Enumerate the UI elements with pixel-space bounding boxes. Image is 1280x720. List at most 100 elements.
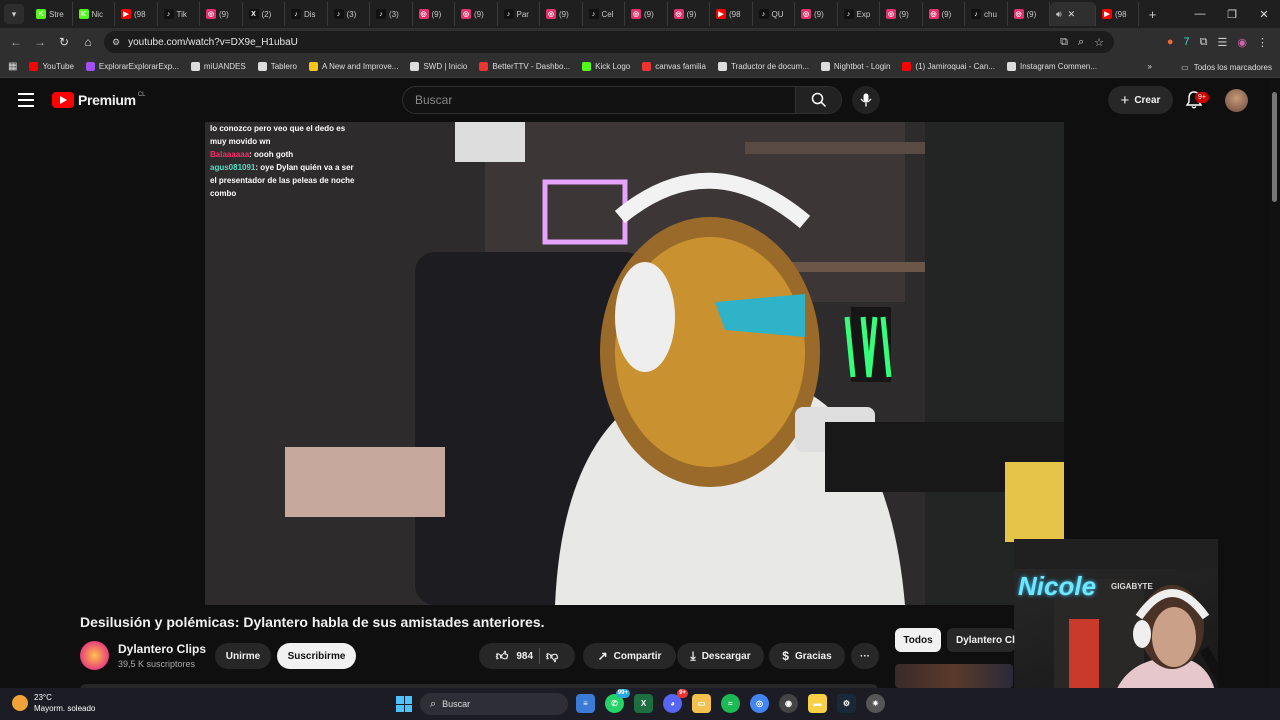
home-button[interactable]: ⌂ xyxy=(76,30,100,54)
extensions-puzzle-icon[interactable]: ⧉ xyxy=(1200,36,1208,49)
apps-grid-icon[interactable]: ▦ xyxy=(0,61,23,72)
all-bookmarks-folder[interactable]: ▭ Todos los marcadores xyxy=(1181,56,1272,78)
reload-button[interactable]: ↻ xyxy=(52,30,76,54)
steam-app-icon[interactable]: ⚙ xyxy=(837,694,856,713)
discord-app-icon[interactable]: ◕ 9+ xyxy=(663,689,688,713)
chip-channel[interactable]: Dylantero Cli xyxy=(947,628,1015,652)
browser-tab[interactable]: ♪ (3) xyxy=(328,2,370,26)
settings-app-icon[interactable]: ✷ xyxy=(866,694,885,713)
bookmark-item[interactable]: miUANDES xyxy=(185,62,252,71)
bookmark-item[interactable]: Tablero xyxy=(252,62,303,71)
browser-tab[interactable]: ▶ (98 xyxy=(1096,2,1139,26)
related-video-thumbnail[interactable] xyxy=(895,664,1013,688)
youtube-premium-logo[interactable]: Premium CL xyxy=(52,92,145,108)
chrome-app-icon[interactable]: ◎ xyxy=(750,694,769,713)
bookmark-item[interactable]: BetterTTV - Dashbo... xyxy=(473,62,576,71)
profile-icon[interactable]: ◉ xyxy=(1237,36,1247,49)
windows-start-icon[interactable] xyxy=(396,696,412,712)
bookmark-item[interactable]: canvas familia xyxy=(636,62,712,71)
search-button[interactable] xyxy=(795,87,841,113)
browser-tab[interactable]: ◎ (9) xyxy=(455,2,498,26)
file-explorer-app-icon[interactable]: ▭ xyxy=(692,694,711,713)
browser-tab[interactable]: K Nic xyxy=(73,2,115,26)
back-button[interactable]: ← xyxy=(4,30,28,54)
more-actions-button[interactable]: ··· xyxy=(851,643,879,669)
browser-tab[interactable]: ▶ (98 xyxy=(115,2,158,26)
maximize-button[interactable]: ❐ xyxy=(1216,0,1248,28)
subscribe-button[interactable]: Suscribirme xyxy=(277,643,356,669)
browser-tab[interactable]: ♪ Exp xyxy=(838,2,880,26)
browser-tab[interactable]: ◎ (9) xyxy=(1008,2,1050,26)
chip-all[interactable]: Todos xyxy=(895,628,941,652)
notepad-app-icon[interactable]: ≡ xyxy=(576,694,595,713)
bookmark-item[interactable]: YouTube xyxy=(23,62,79,71)
create-button[interactable]: + Crear xyxy=(1108,86,1173,114)
browser-tab[interactable]: ◎ (9) xyxy=(540,2,583,26)
browser-tab[interactable]: ♪ (3) xyxy=(370,2,413,26)
channel-name[interactable]: Dylantero Clips xyxy=(118,642,206,656)
guide-menu-icon[interactable] xyxy=(18,93,34,107)
minimize-button[interactable]: — xyxy=(1184,0,1216,28)
bookmark-item[interactable]: Instagram Commen... xyxy=(1001,62,1103,71)
browser-tab[interactable]: ◎ (9) xyxy=(413,2,455,26)
like-button[interactable]: 👍︎ 984 xyxy=(496,649,533,664)
close-button[interactable]: ✕ xyxy=(1248,0,1280,28)
bookmarks-overflow-icon[interactable]: » xyxy=(1142,62,1158,71)
active-browser-tab[interactable]: 🔊︎ ✕ xyxy=(1050,2,1096,26)
bookmark-item[interactable]: ExplorarExplorarExp... xyxy=(80,62,185,71)
join-button[interactable]: Unirme xyxy=(215,643,271,669)
search-input[interactable]: Buscar xyxy=(403,93,795,107)
extension-icon[interactable]: ● xyxy=(1167,36,1174,48)
menu-kebab-icon[interactable]: ⋮ xyxy=(1257,36,1268,49)
scrollbar-thumb[interactable] xyxy=(1272,92,1277,202)
reading-list-icon[interactable]: ☰ xyxy=(1218,36,1228,49)
browser-tab[interactable]: ♪ Cel xyxy=(583,2,625,26)
bookmark-item[interactable]: (1) Jamiroquai - Can... xyxy=(896,62,1001,71)
spotify-app-icon[interactable]: ≈ xyxy=(721,694,740,713)
account-avatar[interactable] xyxy=(1225,89,1248,112)
browser-tab[interactable]: ◎ (9) xyxy=(625,2,668,26)
share-button[interactable]: ↗ Compartir xyxy=(583,643,676,669)
bttv-extension-icon[interactable]: 7 xyxy=(1184,36,1190,48)
sticky-notes-app-icon[interactable]: ▬ xyxy=(808,694,827,713)
browser-tab[interactable]: ◎ (9) xyxy=(923,2,965,26)
browser-tab[interactable]: X (2) xyxy=(243,2,285,26)
bookmark-item[interactable]: Nightbot - Login xyxy=(815,62,896,71)
bookmark-item[interactable]: Kick Logo xyxy=(576,62,636,71)
taskbar-search[interactable]: ⌕ Buscar xyxy=(420,693,568,715)
dislike-button[interactable]: 👎︎ xyxy=(546,649,558,664)
thanks-button[interactable]: $ Gracias xyxy=(769,643,845,669)
url-bar[interactable]: ⚙ youtube.com/watch?v=DX9e_H1ubaU ⧉ ⌕ ☆ xyxy=(104,31,1114,53)
browser-tab[interactable]: ♪ Par xyxy=(498,2,540,26)
browser-tab[interactable]: ♪ chu xyxy=(965,2,1008,26)
video-player[interactable]: lo conozco pero veo que el dedo es muy mo… xyxy=(205,122,1064,605)
voice-search-button[interactable] xyxy=(852,86,880,114)
cast-icon[interactable]: ⧉ xyxy=(1060,36,1068,49)
page-scrollbar[interactable] xyxy=(1270,80,1280,690)
bookmark-item[interactable]: A New and Improve... xyxy=(303,62,404,71)
bookmark-item[interactable]: SWD | Inicio xyxy=(404,62,473,71)
browser-tab[interactable]: ◎ (9) xyxy=(795,2,838,26)
bookmark-item[interactable]: Traductor de docum... xyxy=(712,62,815,71)
new-tab-button[interactable]: + xyxy=(1143,7,1163,22)
close-tab-icon[interactable]: ✕ xyxy=(1068,9,1076,20)
browser-tab[interactable]: ◎ (9) xyxy=(880,2,923,26)
forward-button[interactable]: → xyxy=(28,30,52,54)
channel-avatar[interactable] xyxy=(80,641,109,670)
browser-tab[interactable]: ◎ (9) xyxy=(200,2,243,26)
obs-app-icon[interactable]: ◉ xyxy=(779,694,798,713)
browser-tab[interactable]: ◎ (9) xyxy=(668,2,710,26)
weather-widget[interactable]: 23°C Mayorm. soleado xyxy=(12,692,95,714)
download-button[interactable]: ⤓ Descargar xyxy=(677,643,764,669)
excel-app-icon[interactable]: X xyxy=(634,694,653,713)
whatsapp-app-icon[interactable]: ✆ 99+ xyxy=(605,689,630,713)
browser-tab[interactable]: ♪ QU xyxy=(753,2,795,26)
zoom-icon[interactable]: ⌕ xyxy=(1078,36,1084,49)
browser-tab[interactable]: ▶ (98 xyxy=(710,2,753,26)
browser-tab[interactable]: K Stre xyxy=(30,2,73,26)
browser-tab[interactable]: ♪ Dis xyxy=(285,2,328,26)
site-info-icon[interactable]: ⚙ xyxy=(112,37,120,48)
tab-search-dropdown[interactable]: ▾ xyxy=(4,4,24,24)
bookmark-star-icon[interactable]: ☆ xyxy=(1094,36,1104,49)
browser-tab[interactable]: ♪ Tik xyxy=(158,2,200,26)
